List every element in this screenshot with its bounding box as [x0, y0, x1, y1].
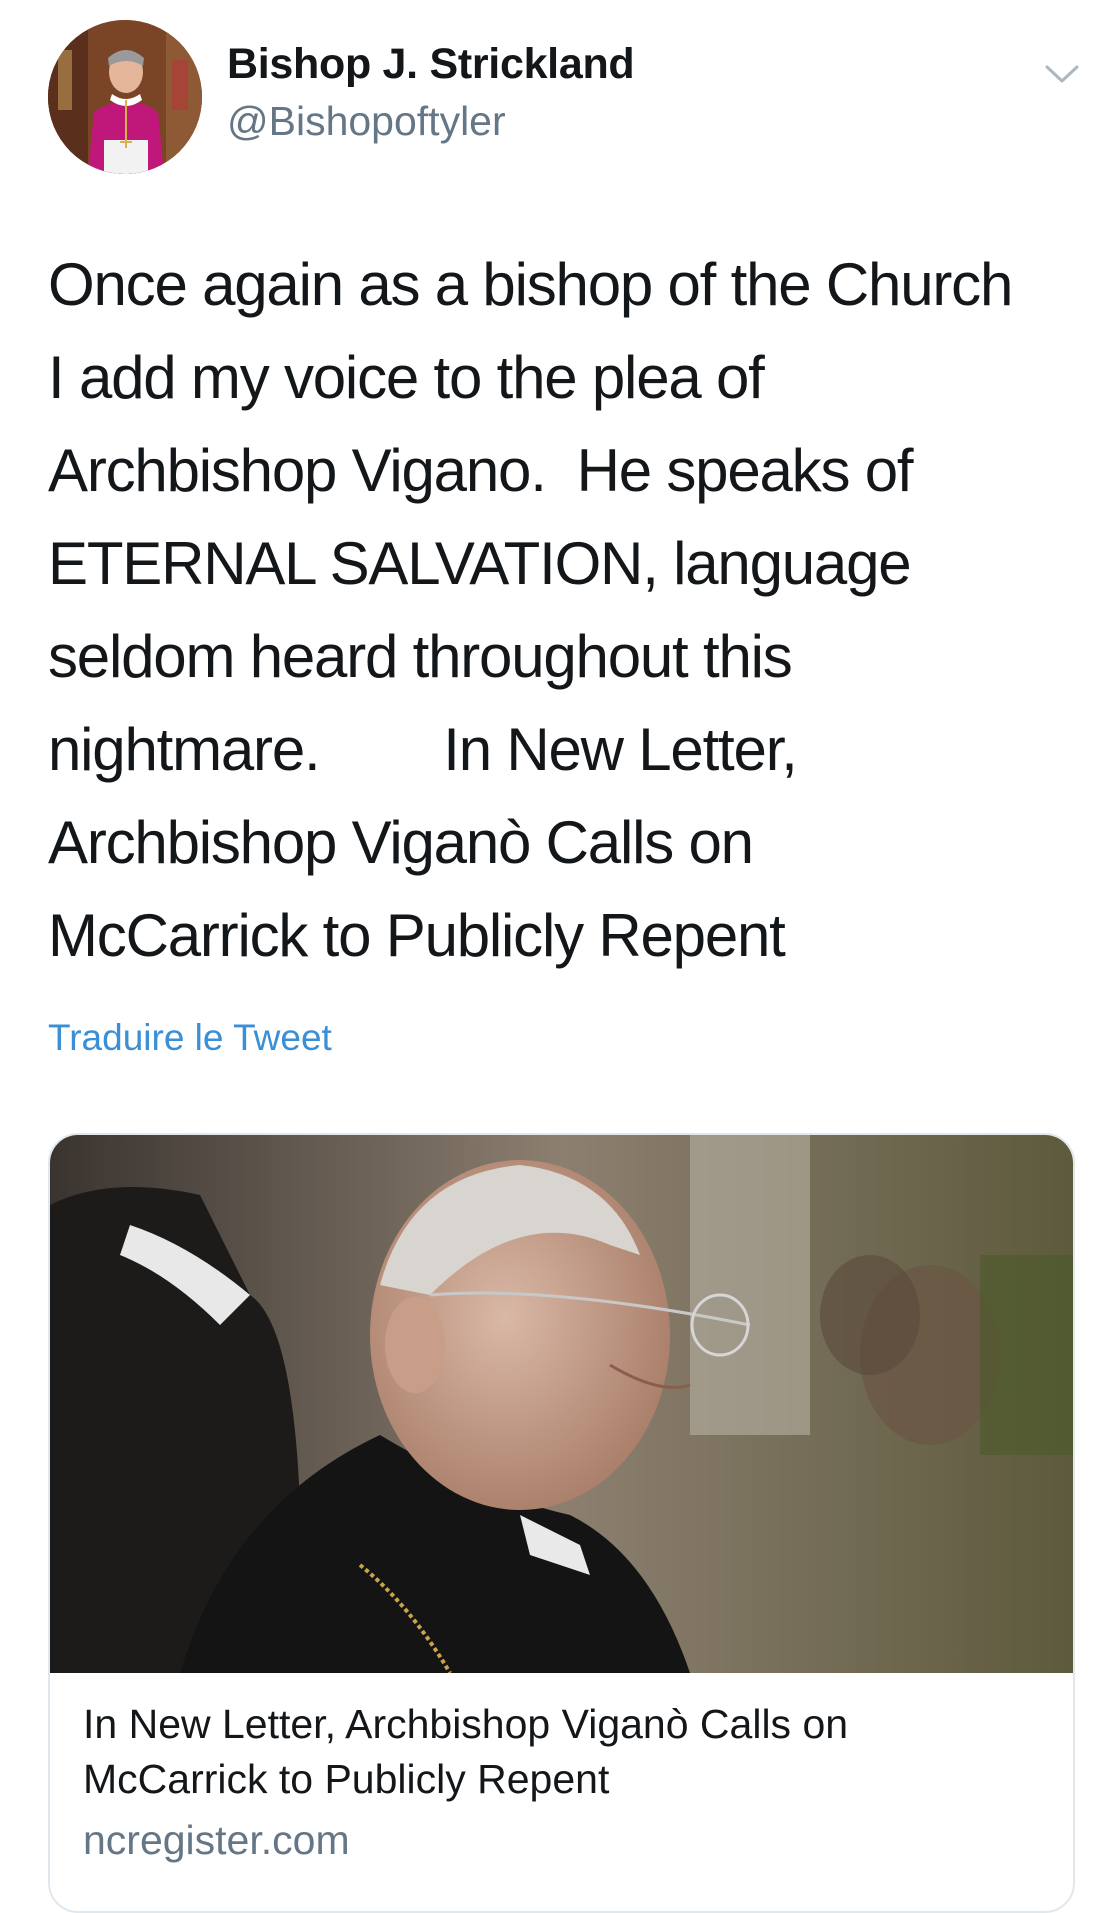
- tweet-text-line: ETERNAL SALVATION, language: [48, 530, 912, 597]
- tweet-text-line: nightmare. In New Letter,: [48, 716, 798, 783]
- tweet-text-line: Archbishop Vigano. He speaks of: [48, 437, 914, 504]
- tweet-text-line: Archbishop Viganò Calls on: [48, 809, 754, 876]
- link-preview-card[interactable]: In New Letter, Archbishop Viganò Calls o…: [48, 1133, 1075, 1913]
- avatar[interactable]: [48, 20, 202, 174]
- card-domain: ncregister.com: [83, 1817, 350, 1863]
- author-display-name[interactable]: Bishop J. Strickland: [227, 40, 635, 89]
- chevron-down-icon[interactable]: [1044, 62, 1080, 86]
- archbishop-photo: [50, 1135, 1073, 1673]
- tweet-text-line: Once again as a bishop of the Church: [48, 251, 1013, 318]
- card-title-line: In New Letter, Archbishop Viganò Calls o…: [83, 1701, 849, 1747]
- translate-tweet-link[interactable]: Traduire le Tweet: [48, 1017, 332, 1059]
- card-image: [50, 1135, 1073, 1673]
- author-handle[interactable]: @Bishopoftyler: [227, 98, 506, 145]
- card-title-line: McCarrick to Publicly Repent: [83, 1756, 610, 1802]
- tweet-text-line: I add my voice to the plea of: [48, 344, 765, 411]
- tweet-text-line: seldom heard throughout this: [48, 623, 793, 690]
- bishop-portrait-avatar-icon: [48, 20, 202, 174]
- tweet-text: Once again as a bishop of the Church I a…: [48, 238, 1088, 982]
- card-title: In New Letter, Archbishop Viganò Calls o…: [83, 1697, 1043, 1807]
- tweet-text-line: McCarrick to Publicly Repent: [48, 902, 786, 969]
- tweet: Bishop J. Strickland @Bishopoftyler Once…: [0, 0, 1105, 1913]
